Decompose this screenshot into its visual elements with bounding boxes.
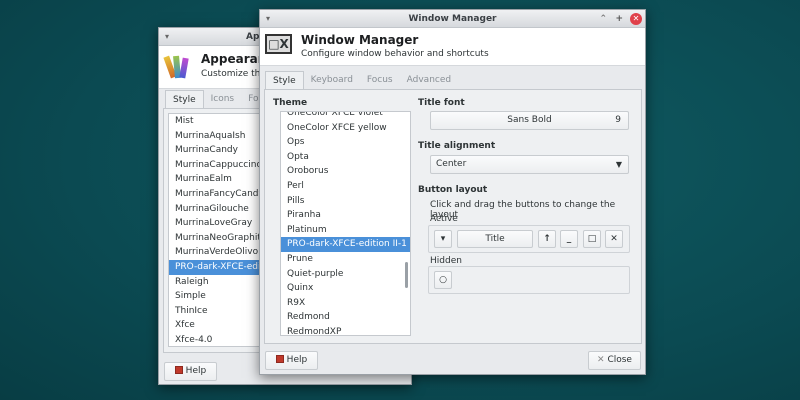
window-manager-icon: □X [265,34,292,54]
header-title: Appearance [201,52,261,66]
window-menu-icon[interactable]: ▾ [165,28,169,46]
header-subtitle: Configure window behavior and shortcuts [301,49,489,59]
list-item[interactable]: Redmond [281,310,410,325]
wm-titlebar[interactable]: ▾ Window Manager ⌃ + ✕ [260,10,645,28]
chevron-down-icon: ▼ [615,160,622,169]
theme-label: Theme [273,98,308,108]
list-item[interactable]: Piranha [281,208,410,223]
scrollbar[interactable] [405,262,408,288]
list-item[interactable]: Platinum [281,223,410,238]
close-label: Close [607,355,632,365]
list-item[interactable]: Oroborus [281,164,410,179]
title-font-label: Title font [418,98,465,108]
list-item[interactable]: Quiet-purple [281,267,410,282]
window-title: Window Manager [408,14,497,24]
list-item[interactable]: OneColor XFCE violet [281,112,410,121]
tab-advanced[interactable]: Advanced [400,71,458,90]
stick-button-slot[interactable]: ○ [434,271,452,289]
tab-keyboard[interactable]: Keyboard [304,71,360,90]
title-alignment-select[interactable]: Center ▼ [430,155,629,174]
window-menu-icon[interactable]: ▾ [266,10,270,28]
list-item[interactable]: Perl [281,179,410,194]
list-item[interactable]: Opta [281,150,410,165]
close-icon: ✕ [597,355,605,365]
list-item[interactable]: Pills [281,194,410,209]
tab-style[interactable]: Style [165,90,204,109]
active-label: Active [430,214,458,224]
list-item[interactable]: OneColor XFCE yellow [281,121,410,136]
list-item[interactable]: RedmondXP [281,325,410,335]
help-label: Help [185,366,207,376]
tab-icons[interactable]: Icons [204,90,242,109]
shade-icon[interactable]: ⌃ [599,10,607,28]
close-icon[interactable]: ✕ [630,13,642,25]
theme-list[interactable]: OneColor XFCE violet OneColor XFCE yellow… [280,111,411,336]
close-button[interactable]: ✕ Close [588,351,641,370]
alignment-value: Center [436,159,467,169]
menu-button-slot[interactable]: ▾ [434,230,452,248]
button-layout-label: Button layout [418,185,488,195]
tab-style[interactable]: Style [265,71,304,90]
title-font-button[interactable]: Sans Bold 9 [430,111,629,130]
active-buttons-frame: ▾ Title ↑ _ □ ✕ [428,225,630,253]
help-icon [174,366,183,374]
help-icon [275,355,284,363]
help-label: Help [286,355,308,365]
maximize-button-slot[interactable]: □ [583,230,601,248]
close-button-slot[interactable]: ✕ [605,230,623,248]
list-item[interactable]: PRO-dark-XFCE-edition II-1 [281,237,410,252]
minimize-button-slot[interactable]: _ [560,230,578,248]
list-item[interactable]: Prune [281,252,410,267]
hidden-buttons-frame: ○ [428,266,630,294]
list-item[interactable]: R9X [281,296,410,311]
wm-header: □X Window Manager Configure window behav… [260,28,645,66]
help-button[interactable]: Help [164,362,217,381]
hidden-label: Hidden [430,256,462,266]
title-button-slot[interactable]: Title [457,230,533,248]
button-layout-desc: Click and drag the buttons to change the… [430,200,616,220]
shade-button-slot[interactable]: ↑ [538,230,556,248]
appearance-icon [163,52,193,82]
tab-focus[interactable]: Focus [360,71,400,90]
font-size: 9 [615,115,621,125]
window-manager-window: ▾ Window Manager ⌃ + ✕ □X Window Manager … [259,9,646,375]
list-item[interactable]: Ops [281,135,410,150]
help-button[interactable]: Help [265,351,318,370]
font-name: Sans Bold [507,115,552,125]
list-item[interactable]: Quinx [281,281,410,296]
title-alignment-label: Title alignment [418,141,496,151]
maximize-icon[interactable]: + [615,10,623,28]
header-title: Window Manager [301,33,419,47]
